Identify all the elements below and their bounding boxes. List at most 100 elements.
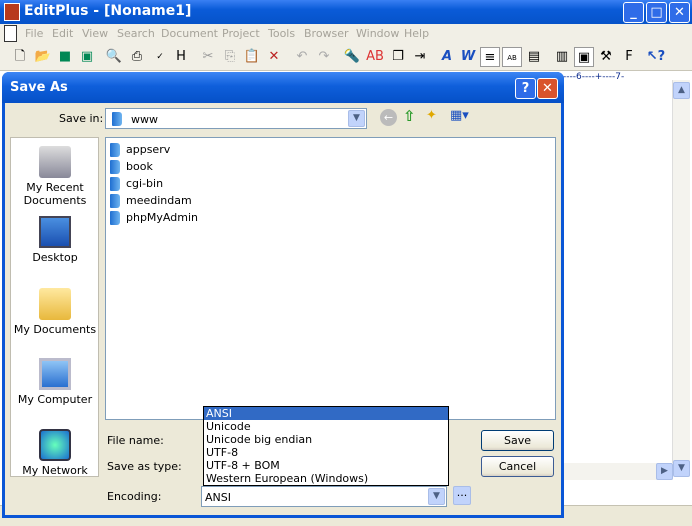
output-window-icon[interactable]: ⚒ <box>596 47 616 67</box>
window-title: EditPlus - [Noname1] <box>24 3 192 19</box>
cut-icon[interactable]: ✂ <box>198 47 218 67</box>
save-all-icon[interactable]: ▣ <box>77 47 97 67</box>
place-recent-documents[interactable]: My Recent Documents <box>11 146 99 207</box>
option-unicode-big-endian[interactable]: Unicode big endian <box>204 433 448 446</box>
option-ansi[interactable]: ANSI <box>204 407 448 420</box>
print-preview-icon[interactable]: 🔍 <box>104 47 124 67</box>
print-icon[interactable]: ⎙ <box>127 47 147 67</box>
ruler: ----6----+----7- <box>563 72 625 82</box>
find-icon[interactable]: 🔦 <box>342 47 362 67</box>
menu-tools[interactable]: Tools <box>268 27 295 40</box>
html-toolbar-icon[interactable]: H <box>171 47 191 67</box>
list-item[interactable]: meedindam <box>110 193 192 209</box>
toolbar: 🗋 📂 ■ ▣ 🔍 ⎙ ✓ H ✂ ⎘ 📋 ✕ ↶ ↷ 🔦 AB ❐ ⇥ A W… <box>0 43 692 71</box>
place-label: My Computer <box>17 393 93 406</box>
place-label: My Recent Documents <box>23 181 87 207</box>
folder-name: book <box>126 160 153 173</box>
encoding-select[interactable]: ANSI ▼ <box>201 486 447 507</box>
open-icon[interactable]: 📂 <box>33 47 53 67</box>
menu-project[interactable]: Project <box>222 27 260 40</box>
maximize-button[interactable]: □ <box>646 2 667 23</box>
folder-icon <box>110 177 120 191</box>
folder-icon <box>110 160 120 174</box>
save-in-label: Save in: <box>59 112 104 125</box>
horizontal-scrollbar[interactable]: ▶ <box>563 463 673 480</box>
indent-icon[interactable]: ⇥ <box>410 47 430 67</box>
place-my-computer[interactable]: My Computer <box>11 358 99 406</box>
function-list-icon[interactable]: F <box>619 47 639 67</box>
dialog-body: Save in: www ▼ ← ⇧ ✦ ▦▾ My Recent Docume… <box>5 103 561 515</box>
option-utf8[interactable]: UTF-8 <box>204 446 448 459</box>
scroll-up-icon[interactable]: ▲ <box>673 82 690 99</box>
my-network-icon <box>39 429 71 461</box>
scroll-down-icon[interactable]: ▼ <box>673 460 690 477</box>
undo-icon[interactable]: ↶ <box>292 47 312 67</box>
folder-name: appserv <box>126 143 171 156</box>
replace-icon[interactable]: AB <box>365 47 385 67</box>
folder-icon <box>112 112 122 126</box>
save-button[interactable]: Save <box>481 430 554 451</box>
folder-name: phpMyAdmin <box>126 211 198 224</box>
word-wrap-icon[interactable]: W <box>458 47 478 67</box>
cancel-button[interactable]: Cancel <box>481 456 554 477</box>
paste-icon[interactable]: 📋 <box>242 47 262 67</box>
option-unicode[interactable]: Unicode <box>204 420 448 433</box>
save-as-type-label: Save as type: <box>107 460 182 473</box>
menu-file[interactable]: File <box>25 27 43 40</box>
copy-icon[interactable]: ⎘ <box>220 47 240 67</box>
menu-help[interactable]: Help <box>404 27 429 40</box>
dialog-title: Save As <box>10 80 68 95</box>
cliptext-window-icon[interactable]: ▣ <box>574 47 594 67</box>
folder-icon <box>110 194 120 208</box>
my-computer-icon <box>39 358 71 390</box>
new-folder-icon[interactable]: ✦ <box>426 108 437 123</box>
spellcheck-icon[interactable]: ✓ <box>150 47 170 67</box>
settings-icon[interactable]: ▤ <box>524 47 544 67</box>
save-as-dialog: Save As ? ✕ Save in: www ▼ ← ⇧ ✦ ▦▾ My R… <box>2 72 564 518</box>
menu-browser[interactable]: Browser <box>304 27 349 40</box>
delete-icon[interactable]: ✕ <box>264 47 284 67</box>
up-folder-icon[interactable]: ⇧ <box>403 107 416 125</box>
app-title-bar: EditPlus - [Noname1] _ □ ✕ <box>0 0 692 24</box>
option-western-european[interactable]: Western European (Windows) <box>204 472 448 485</box>
help-pointer-icon[interactable]: ↖? <box>646 47 666 67</box>
encoding-dropdown-list: ANSI Unicode Unicode big endian UTF-8 UT… <box>203 406 449 486</box>
folder-icon <box>110 143 120 157</box>
file-list[interactable]: appserv book cgi-bin meedindam phpMyAdmi… <box>105 137 556 420</box>
help-button[interactable]: ? <box>515 78 536 99</box>
more-button[interactable]: ... <box>453 486 471 505</box>
list-item[interactable]: book <box>110 159 153 175</box>
back-icon[interactable]: ← <box>380 109 397 126</box>
new-file-icon[interactable]: 🗋 <box>10 47 30 67</box>
list-item[interactable]: phpMyAdmin <box>110 210 198 226</box>
option-utf8-bom[interactable]: UTF-8 + BOM <box>204 459 448 472</box>
vertical-scrollbar[interactable]: ▲ ▼ <box>672 80 690 477</box>
list-item[interactable]: cgi-bin <box>110 176 163 192</box>
menu-view[interactable]: View <box>82 27 108 40</box>
ruler-icon[interactable]: AB <box>502 47 522 67</box>
place-my-documents[interactable]: My Documents <box>11 288 99 336</box>
menu-document[interactable]: Document <box>161 27 218 40</box>
clipboard-icon[interactable]: ❐ <box>388 47 408 67</box>
minimize-button[interactable]: _ <box>623 2 644 23</box>
chevron-down-icon[interactable]: ▼ <box>348 110 365 127</box>
dialog-close-button[interactable]: ✕ <box>537 78 558 99</box>
list-item[interactable]: appserv <box>110 142 170 158</box>
line-number-icon[interactable]: ≡ <box>480 47 500 67</box>
font-icon[interactable]: A <box>437 47 457 67</box>
directory-window-icon[interactable]: ▥ <box>552 47 572 67</box>
chevron-down-icon[interactable]: ▼ <box>428 488 445 505</box>
save-icon[interactable]: ■ <box>55 47 75 67</box>
redo-icon[interactable]: ↷ <box>314 47 334 67</box>
folder-name: meedindam <box>126 194 192 207</box>
menu-window[interactable]: Window <box>356 27 399 40</box>
scroll-right-icon[interactable]: ▶ <box>656 463 673 480</box>
menu-edit[interactable]: Edit <box>52 27 73 40</box>
menu-search[interactable]: Search <box>117 27 155 40</box>
save-in-combo[interactable]: www ▼ <box>105 108 367 129</box>
view-menu-icon[interactable]: ▦▾ <box>450 108 469 123</box>
folder-name: cgi-bin <box>126 177 164 190</box>
close-button[interactable]: ✕ <box>669 2 690 23</box>
place-desktop[interactable]: Desktop <box>11 216 99 264</box>
place-my-network[interactable]: My Network <box>11 429 99 477</box>
